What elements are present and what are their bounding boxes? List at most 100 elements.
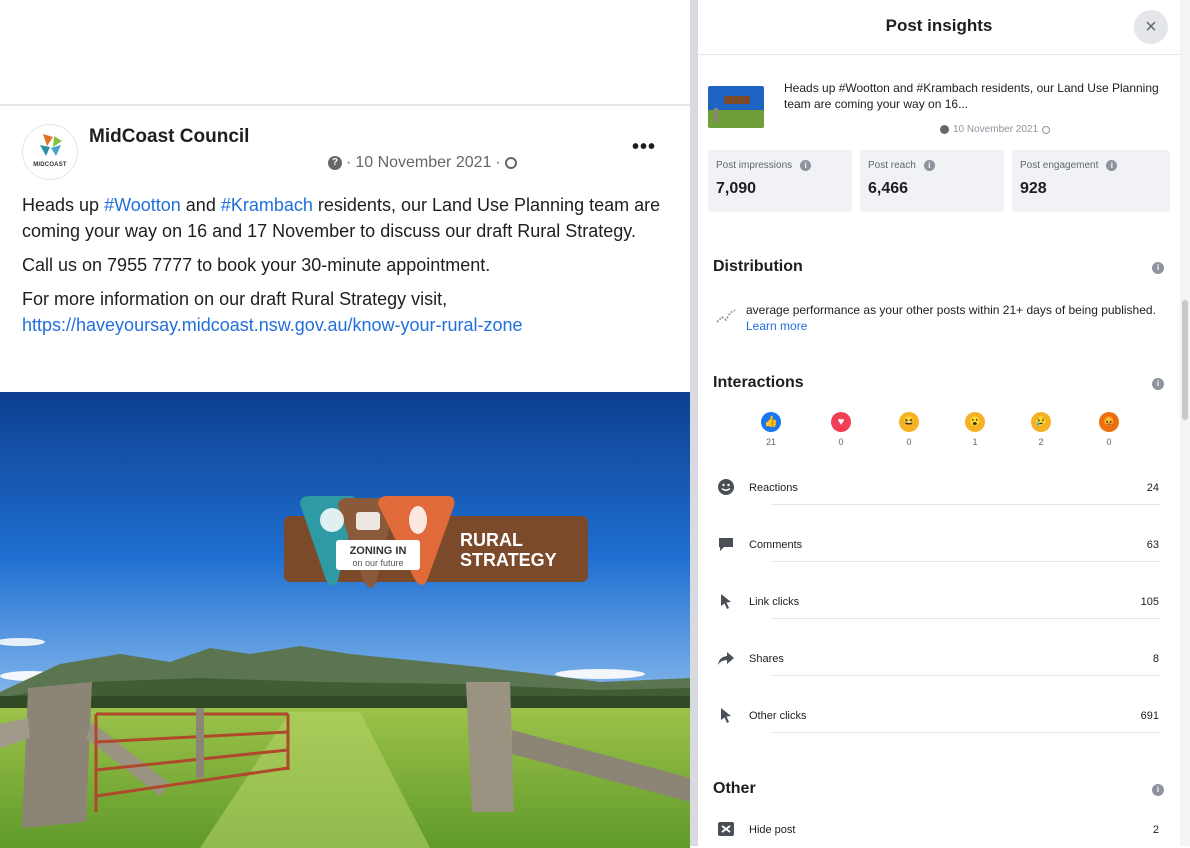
metric-value: 24 [1146,482,1159,494]
avatar-text: MIDCOAST [33,162,67,168]
hashtag-wootton[interactable]: #Wootton [104,195,181,215]
smiley-icon [717,478,735,496]
question-icon[interactable]: ? [328,156,342,170]
panel-divider [690,0,698,846]
post-date[interactable]: 10 November 2021 [355,154,491,172]
text-segment: For more information on our draft Rural … [22,289,448,309]
reaction-count: 1 [972,437,978,447]
post-meta: ? · 10 November 2021 · [328,154,517,172]
badge-text-1: ZONING IN [350,545,407,557]
other-title: Other [713,780,756,797]
sad-icon: 😢 [1031,412,1051,432]
metric-value: 8 [1152,653,1159,665]
info-icon[interactable]: i [923,160,935,171]
panel-header-divider [698,54,1180,55]
cursor-icon [717,706,735,724]
reaction-count: 21 [765,437,776,447]
page-avatar[interactable]: MIDCOAST [22,124,78,180]
reaction-sad: 😢 2 [1026,412,1056,447]
metric-label: Link clicks [749,596,800,608]
stat-label-text: Post impressions [716,160,793,171]
row-divider [771,561,1161,562]
stat-post-reach: Post reach i 6,466 [860,150,1004,212]
row-divider [771,504,1161,505]
angry-icon: 😡 [1099,412,1119,432]
interactions-title: Interactions [713,374,804,391]
metric-label: Comments [749,539,803,551]
metric-row-comments: Comments 63 [713,533,1163,563]
stat-label: Post impressions i [716,160,844,171]
stat-value: 6,466 [868,180,909,197]
distribution-info-icon[interactable]: i [1152,262,1164,274]
stat-label: Post reach i [868,160,996,171]
stat-post-impressions: Post impressions i 7,090 [708,150,852,212]
stat-post-engagement: Post engagement i 928 [1012,150,1170,212]
cursor-icon [717,592,735,610]
metric-row-link-clicks: Link clicks 105 [713,590,1163,620]
metric-row-reactions: Reactions 24 [713,476,1163,506]
wow-icon: 😮 [965,412,985,432]
reaction-wow: 😮 1 [960,412,990,447]
scrollbar-thumb[interactable] [1182,300,1188,420]
image-title-2: STRATEGY [460,550,557,570]
comment-icon [717,535,735,553]
post-paragraph-2: Call us on 7955 7777 to book your 30-min… [22,255,491,275]
stat-label: Post engagement i [1020,160,1162,171]
reaction-angry: 😡 0 [1094,412,1124,447]
share-icon [717,649,735,667]
reaction-count: 2 [1038,437,1044,447]
metric-value: 2 [1152,824,1159,836]
post-preview-text: Heads up #Wootton and #Krambach resident… [784,81,1159,111]
hashtag-krambach[interactable]: #Krambach [221,195,313,215]
stat-value: 928 [1020,180,1047,197]
metric-row-hide-post: Hide post 2 [713,818,1163,848]
reaction-count: 0 [838,437,844,447]
interactions-info-icon[interactable]: i [1152,378,1164,390]
metric-row-shares: Shares 8 [713,647,1163,677]
metric-label: Hide post [749,824,796,836]
post-header: MIDCOAST MidCoast Council ? · 10 Novembe… [0,106,690,186]
more-options-button[interactable]: ••• [632,136,656,159]
learn-more-link[interactable]: Learn more [746,319,807,333]
trend-icon [716,309,736,323]
badge-text-2: on our future [352,558,403,568]
metric-label: Reactions [749,482,798,494]
text-segment: and [180,195,221,215]
metric-value: 63 [1146,539,1159,551]
globe-icon [504,157,517,169]
metric-label: Shares [749,653,784,665]
reaction-like: 👍 21 [756,412,786,447]
row-divider [771,675,1161,676]
metric-row-other-clicks: Other clicks 691 [713,704,1163,734]
info-icon[interactable]: i [1106,160,1118,171]
close-button[interactable]: × [1134,10,1168,44]
panel-title: Post insights [885,16,993,35]
post-text: Heads up #Wootton and #Krambach resident… [22,192,672,338]
info-icon[interactable]: i [800,160,812,171]
preview-date: 10 November 2021 [953,124,1039,135]
other-info-icon[interactable]: i [1152,784,1164,796]
hide-icon [717,820,735,838]
haha-icon: 😆 [899,412,919,432]
reaction-love: ♥ 0 [826,412,856,447]
distribution-title: Distribution [713,258,803,275]
meta-separator: · [346,154,352,171]
stat-label-text: Post engagement [1020,160,1099,171]
post-image[interactable]: ZONING IN on our future RURAL STRATEGY [0,392,690,848]
reaction-count: 0 [1106,437,1112,447]
metric-value: 105 [1140,596,1159,608]
image-title-1: RURAL [460,530,523,550]
scrollbar[interactable] [1180,0,1190,846]
stat-value: 7,090 [716,180,757,197]
metric-label: Other clicks [749,710,807,722]
post-thumbnail [708,86,764,128]
page-name[interactable]: MidCoast Council [89,126,249,148]
stat-label-text: Post reach [868,160,916,171]
love-icon: ♥ [831,412,851,432]
reaction-count: 0 [906,437,912,447]
row-divider [771,618,1161,619]
question-icon [940,125,949,134]
post-link[interactable]: https://haveyoursay.midcoast.nsw.gov.au/… [22,315,523,335]
post-paragraph-1: Heads up #Wootton and #Krambach resident… [22,192,672,244]
reaction-haha: 😆 0 [894,412,924,447]
